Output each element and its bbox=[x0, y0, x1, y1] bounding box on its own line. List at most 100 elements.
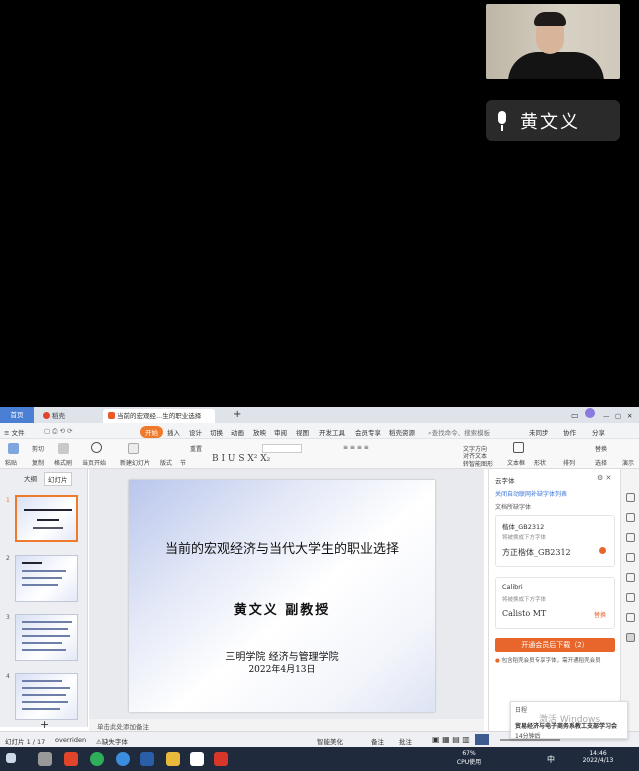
font-size-select[interactable] bbox=[262, 444, 302, 453]
browser-icon[interactable] bbox=[90, 752, 104, 766]
notes-button[interactable]: 备注 bbox=[371, 736, 384, 746]
missing-fonts-status[interactable]: ⚠缺失字体 bbox=[96, 736, 128, 746]
app-icon[interactable] bbox=[140, 752, 154, 766]
folder-icon[interactable] bbox=[166, 752, 180, 766]
arrange-button[interactable]: 排列 bbox=[563, 458, 575, 467]
convert-smartart-button[interactable]: 转智能图形 bbox=[463, 459, 493, 468]
app-icon[interactable] bbox=[190, 752, 204, 766]
download-icon[interactable] bbox=[599, 547, 606, 554]
tab-slides[interactable]: 幻灯片 bbox=[44, 472, 72, 486]
slide-thumbnail-3[interactable] bbox=[15, 614, 78, 661]
current-slide[interactable]: 当前的宏观经济与当代大学生的职业选择 黄文义 副教授 三明学院 经济与管理学院 … bbox=[129, 480, 435, 712]
menu-file[interactable]: ≡ 文件 bbox=[4, 427, 25, 437]
slide-thumbnail-4[interactable] bbox=[15, 673, 78, 720]
reset-button[interactable]: 重置 bbox=[190, 444, 202, 453]
settings-icon[interactable] bbox=[626, 613, 635, 622]
menu-review[interactable]: 审阅 bbox=[274, 427, 287, 437]
avatar[interactable] bbox=[585, 408, 595, 418]
shape-button[interactable]: 形状 bbox=[534, 458, 546, 467]
format-painter-icon[interactable] bbox=[58, 443, 69, 454]
tab-document[interactable]: 当前的宏观经...生的职业选择✕ bbox=[103, 409, 215, 434]
replace-button[interactable]: 替换 bbox=[595, 444, 607, 453]
new-slide-icon[interactable] bbox=[128, 443, 139, 454]
slideshow-play-icon[interactable] bbox=[475, 734, 489, 745]
replace-tag[interactable]: 替换 bbox=[594, 610, 606, 619]
help-icon[interactable] bbox=[626, 593, 635, 602]
menu-file-label: 文件 bbox=[11, 429, 25, 437]
smart-beautify-button[interactable]: 智能美化 bbox=[317, 736, 343, 746]
paste-button[interactable]: 粘贴 bbox=[5, 458, 17, 467]
cut-button[interactable]: 剪切 bbox=[32, 444, 44, 453]
style-icon[interactable] bbox=[626, 513, 635, 522]
command-search[interactable]: ⌕查找命令、搜索模板 bbox=[428, 427, 490, 438]
add-tab-icon[interactable]: + bbox=[228, 407, 246, 421]
windows-notification[interactable]: 日程 激活 Windows 贸易经济与电子商务系教工支部学习会 14分钟后 bbox=[510, 701, 628, 740]
windows-start-icon[interactable] bbox=[6, 753, 16, 763]
quick-access-icons[interactable]: ▢ ⎙ ⟲ ⟳ bbox=[44, 427, 72, 436]
slide-thumbnail-2[interactable] bbox=[15, 555, 78, 602]
menu-view[interactable]: 视图 bbox=[296, 427, 309, 437]
download-button[interactable]: 开通会员后下载（2） bbox=[495, 638, 615, 652]
cpu-usage: 67% CPU使用 bbox=[454, 750, 484, 766]
menu-start[interactable]: 开始 bbox=[140, 426, 163, 438]
view-mode-icons[interactable]: ▣ ▦ ▤ ▥ bbox=[432, 735, 470, 744]
magic-icon[interactable] bbox=[626, 533, 635, 542]
clock[interactable]: 14:46 2022/4/13 bbox=[578, 750, 618, 764]
from-start-button[interactable]: 当页开始 bbox=[82, 458, 106, 467]
file-icon[interactable] bbox=[38, 752, 52, 766]
thumb-number: 3 bbox=[6, 614, 10, 621]
missing-font-name: 楷体_GB2312 bbox=[502, 523, 545, 531]
menu-animation[interactable]: 动画 bbox=[231, 427, 244, 437]
text-format-buttons[interactable]: B I U S X² X₂ bbox=[212, 454, 270, 464]
section-button[interactable]: 节 bbox=[180, 458, 186, 467]
textbox-icon[interactable] bbox=[513, 442, 524, 453]
windows-taskbar: 67% CPU使用 中 14:46 2022/4/13 bbox=[0, 747, 639, 771]
notes-area[interactable]: 单击此处添加备注 bbox=[89, 719, 484, 731]
paste-icon[interactable] bbox=[8, 443, 19, 454]
add-slide-icon[interactable]: + bbox=[40, 718, 49, 731]
textbox-button[interactable]: 文本框 bbox=[507, 458, 525, 467]
comment-button[interactable]: 批注 bbox=[399, 736, 412, 746]
cpu-label: CPU使用 bbox=[456, 759, 482, 766]
align-buttons[interactable]: ≡ ≡ ≡ ≡ bbox=[343, 444, 369, 451]
missing-font-card-1[interactable]: 楷体_GB2312 将被换成下方字体 方正楷体_GB2312 bbox=[495, 515, 615, 567]
collab-button[interactable]: 协作 bbox=[563, 427, 576, 437]
tab-daoke[interactable]: 稻壳 bbox=[38, 409, 98, 423]
menu-daoke-res[interactable]: 稻壳资源 bbox=[389, 427, 415, 437]
play-button[interactable]: 演示 bbox=[622, 458, 634, 467]
menu-transition[interactable]: 切换 bbox=[210, 427, 223, 437]
menu-developer[interactable]: 开发工具 bbox=[319, 427, 345, 437]
slide-thumbnail-1[interactable] bbox=[15, 495, 78, 542]
window-close-icon[interactable]: ✕ bbox=[622, 409, 637, 423]
panel-tip-text: 包含稻壳会员专享字体，需开通稻壳会员 bbox=[501, 658, 601, 664]
menu-insert[interactable]: 插入 bbox=[167, 427, 180, 437]
tab-home[interactable]: 首页 bbox=[0, 407, 34, 423]
share-button[interactable]: 分享 bbox=[592, 427, 605, 437]
missing-font-card-2[interactable]: Calibri 将被换成下方字体 Calisto MT 替换 bbox=[495, 577, 615, 629]
participant-namecard: 黄文义 bbox=[486, 100, 620, 141]
font-icon[interactable] bbox=[626, 633, 635, 642]
edge-icon[interactable] bbox=[116, 752, 130, 766]
play-icon[interactable] bbox=[91, 442, 102, 453]
format-painter-button[interactable]: 格式刷 bbox=[54, 458, 72, 467]
menu-slideshow[interactable]: 放映 bbox=[253, 427, 266, 437]
panel-options-icon[interactable]: ⚙ ✕ bbox=[597, 474, 611, 482]
new-slide-button[interactable]: 新建幻灯片 bbox=[120, 458, 150, 467]
copy-button[interactable]: 复制 bbox=[32, 458, 44, 467]
wps-icon[interactable] bbox=[214, 752, 228, 766]
panel-link[interactable]: 关闭自动联网补缺字体列表 bbox=[495, 489, 567, 498]
tab-outline[interactable]: 大纲 bbox=[24, 473, 37, 483]
tab-bar: 首页 稻壳 当前的宏观经...生的职业选择✕ + ▭ — ▢ ✕ bbox=[0, 407, 639, 434]
select-button[interactable]: 选择 bbox=[595, 458, 607, 467]
menu-member[interactable]: 会员专享 bbox=[355, 427, 381, 437]
ime-indicator[interactable]: 中 bbox=[547, 754, 555, 765]
panel-section: 文档所缺字体 bbox=[495, 504, 532, 511]
menu-design[interactable]: 设计 bbox=[189, 427, 202, 437]
star-icon[interactable] bbox=[626, 493, 635, 502]
layers-icon[interactable] bbox=[626, 553, 635, 562]
layout-button[interactable]: 版式 bbox=[160, 458, 172, 467]
slide-counter: 幻灯片 1 / 17 bbox=[5, 738, 46, 746]
app-icon[interactable] bbox=[64, 752, 78, 766]
sync-status[interactable]: 未同步 bbox=[529, 427, 549, 437]
shape-icon[interactable] bbox=[626, 573, 635, 582]
